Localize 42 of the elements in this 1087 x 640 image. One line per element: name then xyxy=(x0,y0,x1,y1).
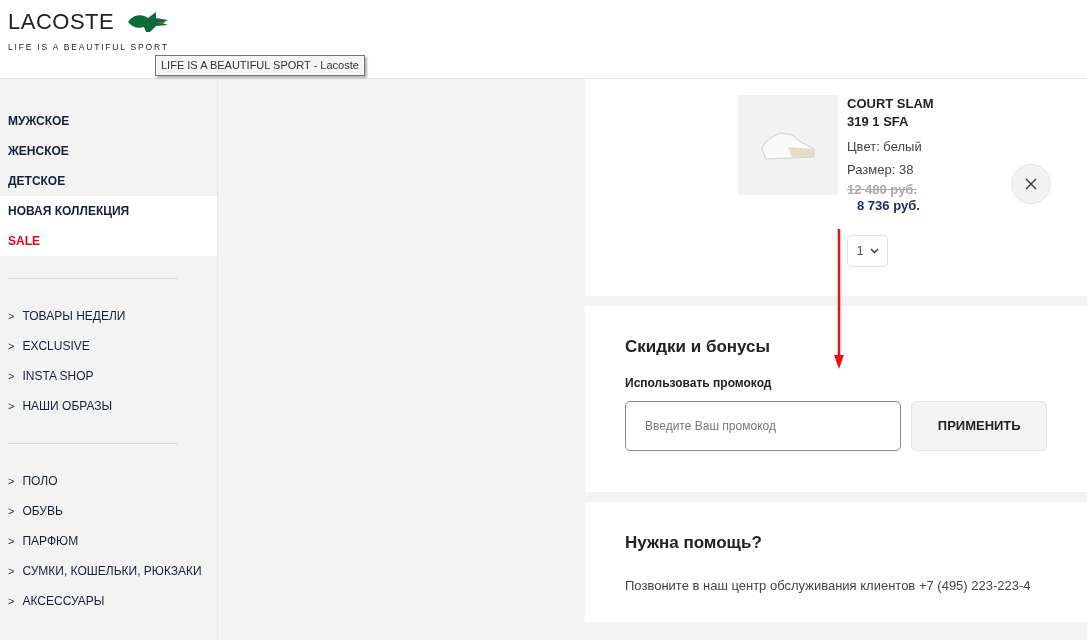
section-title: Нужна помощь? xyxy=(625,532,763,554)
chevron-icon: > xyxy=(8,562,15,580)
nav-link[interactable]: ПАРФЮМ xyxy=(22,532,79,550)
old-price: 12 480 руб. xyxy=(847,182,918,198)
promo-code-field[interactable]: Введите Ваш промокод xyxy=(625,400,902,451)
product-name[interactable]: COURT SLAM xyxy=(847,95,934,113)
chevron-icon: > xyxy=(8,532,15,550)
nav-item[interactable]: ЖЕНСКОЕ xyxy=(0,136,217,166)
nav-link[interactable]: АКСЕССУАРЫ xyxy=(22,592,105,610)
help-text: Позвоните в наш центр обслуживания клиентов +7 (495) 223-223-4 xyxy=(625,576,1032,595)
nav-link[interactable]: НАШИ ОБРАЗЫ xyxy=(22,397,113,415)
tooltip: LIFE IS A BEAUTIFUL SPORT - Lacoste xyxy=(155,55,365,76)
product-code: 319 1 SFA xyxy=(847,113,910,131)
chevron-icon: > xyxy=(8,592,15,610)
sale-price: 8 736 руб. xyxy=(856,198,921,214)
chevron-icon: > xyxy=(8,502,15,520)
nav-link[interactable]: ОБУВЬ xyxy=(22,502,63,520)
nav-link[interactable]: INSTA SHOP xyxy=(22,367,94,385)
chevron-icon: > xyxy=(8,472,15,490)
field-label: Использовать промокод xyxy=(625,374,773,392)
nav-item[interactable]: НОВАЯ КОЛЛЕКЦИЯ xyxy=(0,196,217,226)
product-color: Цвет: белый xyxy=(847,138,923,156)
nav-link[interactable]: ПОЛО xyxy=(22,472,58,490)
chevron-icon: > xyxy=(8,397,15,415)
nav-link[interactable]: СУМКИ, КОШЕЛЬКИ, РЮКЗАКИ xyxy=(22,562,202,580)
remove-button[interactable] xyxy=(1011,164,1051,204)
caret-icon xyxy=(869,248,879,254)
nav-item[interactable]: SALE xyxy=(0,226,217,256)
tagline: LIFE IS A BEAUTIFUL SPORT xyxy=(8,42,169,52)
nav-item[interactable]: ДЕТСКОЕ xyxy=(0,166,217,196)
chevron-icon: > xyxy=(8,337,15,355)
nav-link[interactable]: ТОВАРЫ НЕДЕЛИ xyxy=(22,307,126,325)
close-icon xyxy=(1025,178,1037,190)
brand-logo[interactable]: LACOSTE xyxy=(8,9,115,35)
chevron-icon: > xyxy=(8,307,15,325)
nav-link[interactable]: EXCLUSIVE xyxy=(22,337,90,355)
nav-item[interactable]: МУЖСКОЕ xyxy=(0,106,217,136)
product-size: Размер: 38 xyxy=(847,161,915,179)
section-title: Скидки и бонусы xyxy=(625,336,772,358)
apply-button[interactable]: ПРИМЕНИТЬ xyxy=(911,400,1047,451)
chevron-icon: > xyxy=(8,367,15,385)
quantity-select[interactable]: 1 xyxy=(847,235,888,267)
